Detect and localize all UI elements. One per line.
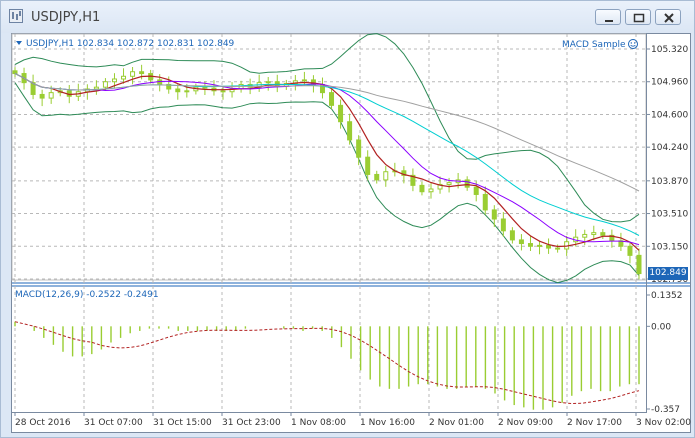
time-tick-label: 2 Nov 17:00 [567, 418, 622, 428]
restore-button[interactable] [625, 9, 651, 25]
price-tick-label: 104.240 [651, 143, 688, 153]
chart-canvas[interactable]: 105.320 104.960 104.600 104.240 103.870 103.5… [11, 33, 691, 433]
candle-body [265, 81, 271, 84]
candle-body [518, 239, 524, 245]
candle-body [383, 171, 389, 181]
candle-body [374, 173, 380, 181]
candle-body [600, 232, 606, 236]
time-tick-label: 2 Nov 09:00 [498, 418, 553, 428]
macd-tick-label: 0.00 [651, 322, 671, 332]
candle-body [546, 244, 552, 249]
candle-body [491, 209, 497, 220]
candle-body [509, 230, 515, 241]
time-tick-label: 28 Oct 2016 [15, 418, 71, 428]
candle-body [356, 139, 362, 158]
candle-body [48, 92, 54, 99]
candle-body [446, 182, 452, 185]
macd-tick-label: 0.1352 [651, 291, 683, 301]
restore-icon [633, 13, 645, 23]
price-tick-label: 104.600 [651, 110, 688, 120]
candle-body [500, 218, 506, 232]
macd-panel-header: MACD(12,26,9) -0.2522 -0.2491 [15, 290, 159, 300]
candle-body [482, 193, 488, 211]
time-tick-label: 2 Nov 01:00 [429, 418, 484, 428]
chart-window-icon [9, 9, 23, 23]
candle-body [464, 179, 470, 188]
candle-body [301, 79, 307, 82]
candle-body [121, 75, 127, 80]
candle-body [591, 232, 597, 235]
candle-body [111, 78, 117, 83]
price-tick-label: 103.510 [651, 210, 688, 220]
current-price-label: 102.849 [648, 267, 688, 280]
expert-label: MACD Sample [562, 40, 626, 50]
candle-body [428, 188, 434, 193]
price-tick-label: 103.870 [651, 177, 688, 187]
candle-body [537, 244, 543, 247]
candle-body [636, 254, 642, 275]
price-tick-label: 104.960 [651, 78, 688, 88]
main-panel-header: USDJPY,H1 102.834 102.872 102.831 102.84… [26, 39, 235, 49]
candle-body [12, 70, 18, 75]
minimize-button[interactable] [595, 9, 621, 25]
candle-body [555, 247, 561, 250]
chart-window: USDJPY,H1 105.320 104.960 104.600 104.240 10… [0, 0, 695, 438]
candle-body [338, 104, 344, 123]
candle-body [184, 90, 190, 93]
minimize-icon [605, 20, 613, 22]
time-tick-label: 31 Oct 07:00 [84, 418, 143, 428]
macd-tick-label: -0.357 [651, 405, 680, 415]
candle-body [419, 184, 425, 193]
candle-body [582, 233, 588, 238]
candle-body [139, 71, 145, 75]
candle-body [93, 86, 99, 90]
candle-body [347, 121, 353, 141]
close-icon [664, 13, 674, 23]
price-tick-label: 103.150 [651, 242, 688, 252]
candle-body [202, 86, 208, 89]
candle-body [130, 71, 136, 77]
price-tick-label: 105.320 [651, 45, 688, 55]
candle-body [473, 186, 479, 195]
candle-body [175, 88, 181, 93]
time-tick-label: 1 Nov 16:00 [360, 418, 415, 428]
time-tick-label: 3 Nov 02:00 [636, 418, 691, 428]
time-tick-label: 31 Oct 23:00 [222, 418, 281, 428]
candle-body [39, 93, 45, 99]
title-bar[interactable]: USDJPY,H1 [1, 1, 694, 33]
candle-body [102, 81, 108, 88]
candle-body [527, 243, 533, 247]
candle-body [365, 156, 371, 175]
time-tick-label: 1 Nov 08:00 [291, 418, 346, 428]
close-button[interactable] [655, 9, 681, 25]
window-title: USDJPY,H1 [31, 10, 101, 25]
candle-body [220, 90, 226, 93]
time-tick-label: 31 Oct 15:00 [153, 418, 212, 428]
candle-body [627, 245, 633, 256]
candle-body [329, 92, 335, 106]
candle-body [157, 79, 163, 85]
